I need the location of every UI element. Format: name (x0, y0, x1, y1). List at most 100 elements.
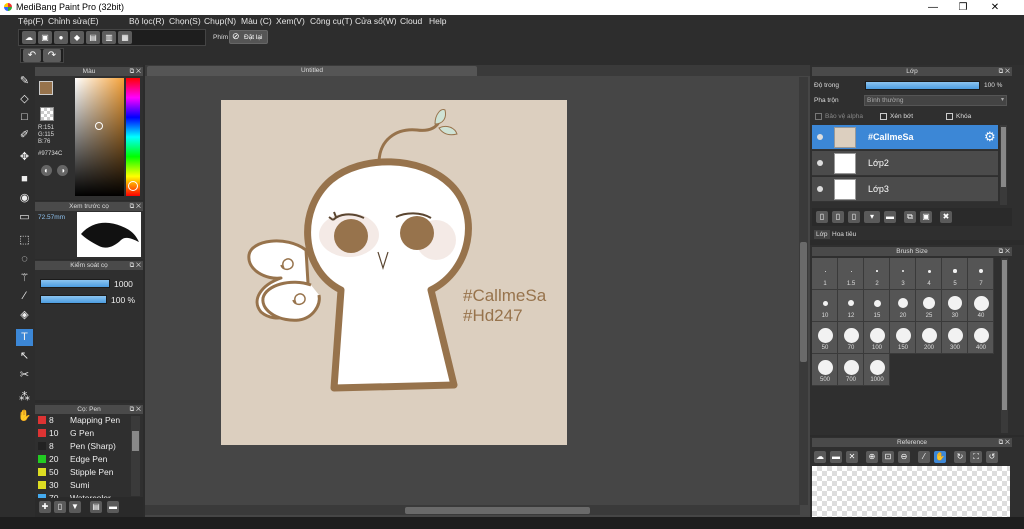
menu-help[interactable]: Help (429, 16, 446, 26)
brush-size-cell[interactable]: 25 (916, 290, 942, 322)
vertical-scrollbar[interactable] (799, 77, 808, 505)
delete-layer-icon[interactable]: ✖ (940, 211, 952, 223)
layer-row[interactable]: Lớp2 (812, 151, 998, 176)
add-brush-icon[interactable]: ✚ (39, 501, 51, 513)
brush-size-cell[interactable]: 10 (812, 290, 838, 322)
menu-view[interactable]: Xem(V) (276, 16, 305, 26)
panel-controls-icon[interactable]: ⧉ ✕ (130, 67, 141, 76)
redo-icon[interactable]: ↷ (43, 49, 61, 62)
brush-size-cell[interactable]: 20 (890, 290, 916, 322)
brush-size-cell[interactable]: 7 (968, 258, 994, 290)
vertical-scroll-thumb[interactable] (800, 242, 807, 362)
layer-row[interactable]: Lớp3 (812, 177, 998, 202)
folder-icon[interactable]: ▬ (884, 211, 896, 223)
brush-settings-icon[interactable]: ▤ (90, 501, 102, 513)
undo-icon[interactable]: ↶ (23, 49, 41, 62)
brush-size-slider[interactable] (40, 279, 110, 288)
new-layer-1bit-icon[interactable]: ▯ (848, 211, 860, 223)
brush-size-cell[interactable]: 40 (968, 290, 994, 322)
canvas-text-callmesa[interactable]: #CallmeSa (463, 286, 546, 306)
brush-size-cell[interactable]: 1 (812, 258, 838, 290)
gradient-tool-icon[interactable]: ▭ (16, 209, 33, 226)
duplicate-layer-icon[interactable]: ⧉ (904, 211, 916, 223)
lasso-tool-icon[interactable]: ◌ (16, 251, 33, 268)
new-layer-icon[interactable]: ▯ (816, 211, 828, 223)
fill-rect-tool-icon[interactable]: ■ (16, 171, 33, 188)
transparent-swatch[interactable] (40, 107, 54, 121)
gear-icon[interactable]: ⚙ (984, 129, 996, 145)
divide-tool-icon[interactable]: ✂ (16, 367, 33, 384)
panel-controls-icon[interactable]: ⧉ ✕ (999, 247, 1010, 256)
folder-icon[interactable]: ▬ (107, 501, 119, 513)
brush-size-scroll-thumb[interactable] (1002, 260, 1007, 410)
new-brush-icon[interactable]: ▯ (54, 501, 66, 513)
palette-icon[interactable]: ◐ (41, 165, 52, 176)
text-tool-icon[interactable]: T (16, 329, 33, 346)
rotate-icon[interactable]: ↻ (954, 451, 966, 463)
tab-navigator[interactable]: Hoa tiêu (830, 230, 858, 239)
fit-icon[interactable]: ⊡ (882, 451, 894, 463)
protect-alpha-checkbox[interactable] (815, 113, 822, 120)
folder-open-icon[interactable]: ▬ (830, 451, 842, 463)
operation-tool-icon[interactable]: ↖ (16, 348, 33, 365)
menu-tools[interactable]: Công cụ(T) (310, 16, 353, 26)
brush-list-item[interactable]: 30 Sumi (36, 479, 131, 492)
comment-icon[interactable]: ● (54, 31, 68, 44)
lock-icon[interactable]: ▣ (38, 31, 52, 44)
minimize-button[interactable]: — (918, 0, 948, 15)
brush-size-cell[interactable]: 400 (968, 322, 994, 354)
panel-controls-icon[interactable]: ⧉ ✕ (999, 438, 1010, 447)
brush-size-cell[interactable]: 100 (864, 322, 890, 354)
close-button[interactable]: ✕ (980, 0, 1010, 15)
picker-cursor[interactable] (95, 122, 103, 130)
brush-size-cell[interactable]: 70 (838, 322, 864, 354)
tab-layer[interactable]: Lớp (814, 230, 830, 239)
hand-tool-icon[interactable]: ✋ (16, 408, 33, 425)
reset-view-icon[interactable]: ↺ (986, 451, 998, 463)
brush-size-cell[interactable]: 3 (890, 258, 916, 290)
brush-size-cell[interactable]: 4 (916, 258, 942, 290)
cloud-icon[interactable]: ☁ (22, 31, 36, 44)
select-pen-tool-icon[interactable]: ⁄ (16, 288, 33, 305)
brush-size-cell[interactable]: 700 (838, 354, 864, 386)
menu-color[interactable]: Màu (C) (241, 16, 272, 26)
artwork-canvas[interactable]: #CallmeSa #Hd247 (221, 100, 567, 445)
reset-button[interactable]: ⊘ Đặt lại (229, 30, 268, 44)
canvas-text-hd247[interactable]: #Hd247 (463, 306, 523, 326)
eye-icon[interactable] (817, 160, 823, 166)
brush-size-cell[interactable]: 30 (942, 290, 968, 322)
canvas-tab[interactable]: Untitled (147, 66, 477, 76)
primary-color-swatch[interactable] (39, 81, 53, 95)
bucket-tool-icon[interactable]: ◉ (16, 190, 33, 207)
lock-checkbox[interactable] (946, 113, 953, 120)
pen-tool-icon[interactable]: ✐ (16, 127, 33, 144)
maximize-button[interactable]: ❐ (948, 0, 978, 15)
brush-size-cell[interactable]: 12 (838, 290, 864, 322)
brush-size-scrollbar[interactable] (1001, 258, 1008, 433)
page-icon[interactable]: ▤ (86, 31, 100, 44)
brush-size-cell[interactable]: 2 (864, 258, 890, 290)
eyedropper-tool-icon[interactable]: ⁂ (16, 389, 33, 406)
panel-controls-icon[interactable]: ⧉ ✕ (999, 67, 1010, 76)
brush-tool-icon[interactable]: ✎ (16, 73, 33, 90)
eraser-tool-icon[interactable]: ◇ (16, 91, 33, 108)
layer-scrollbar[interactable] (1000, 125, 1007, 205)
brush-list-scrollbar[interactable] (131, 416, 140, 496)
zoom-in-icon[interactable]: ⊕ (866, 451, 878, 463)
eye-icon[interactable] (817, 186, 823, 192)
brush-size-cell[interactable]: 15 (864, 290, 890, 322)
hue-slider[interactable] (126, 78, 140, 196)
cloud-icon[interactable]: ☁ (814, 451, 826, 463)
document-icon[interactable]: ▥ (102, 31, 116, 44)
brush-size-cell[interactable]: 50 (812, 322, 838, 354)
layer-scroll-thumb[interactable] (1001, 127, 1006, 187)
brush-menu-icon[interactable]: ▼ (69, 501, 81, 513)
blend-mode-select[interactable]: Bình thường ▾ (864, 95, 1007, 106)
menu-cloud[interactable]: Cloud (400, 16, 422, 26)
select-eraser-tool-icon[interactable]: ◈ (16, 307, 33, 324)
saturation-value-picker[interactable] (75, 78, 124, 196)
horizontal-scroll-thumb[interactable] (405, 507, 590, 514)
brush-size-cell[interactable]: 200 (916, 322, 942, 354)
brush-list-item[interactable]: 8 Mapping Pen (36, 414, 131, 427)
brush-list-item[interactable]: 50 Stipple Pen (36, 466, 131, 479)
